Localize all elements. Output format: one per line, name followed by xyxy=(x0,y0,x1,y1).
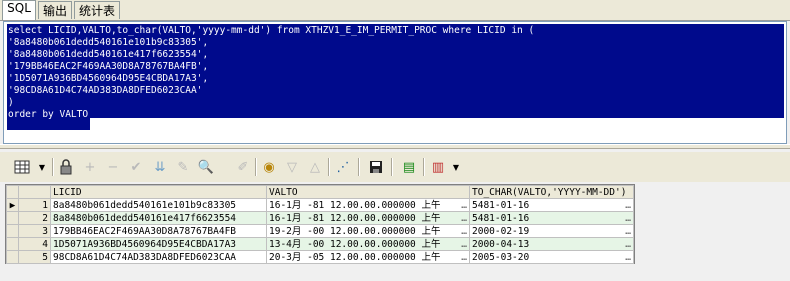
cell-valto[interactable]: 19-2月 -00 12.00.00.000000 上午 … xyxy=(266,224,470,238)
cell-tochar[interactable]: 2005-03-20 … xyxy=(469,250,634,264)
clear-icon[interactable]: 🔍 xyxy=(196,157,216,177)
cell-ellipsis-button[interactable]: … xyxy=(625,239,631,250)
pane-splitter[interactable] xyxy=(0,144,790,149)
cell-tochar-text: 5481-01-16 xyxy=(472,212,530,224)
sql-line-5: '1D5071A936BD4560964D95E4CBDA17A3', xyxy=(8,73,209,84)
next-icon[interactable]: ▽ xyxy=(282,157,302,177)
export-icon[interactable]: ▥ xyxy=(428,157,448,177)
status-area xyxy=(0,264,790,281)
print-icon[interactable]: ▤ xyxy=(399,157,419,177)
cell-tochar[interactable]: 5481-01-16 … xyxy=(469,211,634,225)
cell-licid[interactable]: 179BB46EAC2F469AA30D8A78767BA4FB xyxy=(50,224,267,238)
cell-valto-text: 20-3月 -05 12.00.00.000000 上午 xyxy=(269,251,441,263)
cell-licid[interactable]: 1D5071A936BD4560964D95E4CBDA17A3 xyxy=(50,237,267,251)
filter-icon[interactable]: ⇊ xyxy=(150,157,170,177)
grid-header: LICID VALTO TO_CHAR(VALTO,'YYYY-MM-DD') xyxy=(6,185,634,199)
row-indicator xyxy=(6,224,19,238)
sql-line-8: order by VALTO xyxy=(8,109,89,120)
table-row[interactable]: 5 98CD8A61D4C74AD383DA8DFED6023CAA 20-3月… xyxy=(6,250,634,264)
cell-valto[interactable]: 13-4月 -00 12.00.00.000000 上午 … xyxy=(266,237,470,251)
row-number: 3 xyxy=(18,224,51,238)
cell-valto-text: 16-1月 -81 12.00.00.000000 上午 xyxy=(269,199,441,211)
cell-licid[interactable]: 8a8480b061dedd540161e417f6623554 xyxy=(50,211,267,225)
column-header-tochar[interactable]: TO_CHAR(VALTO,'YYYY-MM-DD') xyxy=(469,185,634,199)
row-number: 4 xyxy=(18,237,51,251)
sql-line-6: '98CD8A61D4C74AD383DA8DFED6023CAA' xyxy=(8,85,203,96)
table-row[interactable]: 3 179BB46EAC2F469AA30D8A78767BA4FB 19-2月… xyxy=(6,224,634,238)
cell-tochar-text: 2005-03-20 xyxy=(472,251,530,263)
rownum-header xyxy=(18,185,51,199)
cell-licid[interactable]: 98CD8A61D4C74AD383DA8DFED6023CAA xyxy=(50,250,267,264)
row-indicator xyxy=(6,211,19,225)
cell-valto[interactable]: 16-1月 -81 12.00.00.000000 上午 … xyxy=(266,198,470,212)
lock-icon[interactable] xyxy=(56,157,76,177)
edit-icon[interactable]: ✎ xyxy=(173,157,193,177)
cell-ellipsis-button[interactable]: … xyxy=(625,252,631,263)
sql-line-7: ) xyxy=(8,97,14,108)
row-number: 1 xyxy=(18,198,51,212)
tab-output[interactable]: 输出 xyxy=(38,1,72,19)
cell-tochar[interactable]: 2000-02-19 … xyxy=(469,224,634,238)
tab-statistics[interactable]: 统计表 xyxy=(74,1,120,19)
cell-ellipsis-button[interactable]: … xyxy=(461,252,467,263)
table-row[interactable]: 2 8a8480b061dedd540161e417f6623554 16-1月… xyxy=(6,211,634,225)
cell-ellipsis-button[interactable]: … xyxy=(625,213,631,224)
chart-icon[interactable]: ⋰ xyxy=(333,157,353,177)
cell-ellipsis-button[interactable]: … xyxy=(461,213,467,224)
cell-ellipsis-button[interactable]: … xyxy=(461,239,467,250)
tab-sql[interactable]: SQL xyxy=(2,0,36,20)
cell-valto-text: 19-2月 -00 12.00.00.000000 上午 xyxy=(269,225,441,237)
row-number: 5 xyxy=(18,250,51,264)
previous-icon[interactable]: △ xyxy=(305,157,325,177)
results-grid[interactable]: LICID VALTO TO_CHAR(VALTO,'YYYY-MM-DD') … xyxy=(5,184,635,264)
sql-line-4: '179BB46EAC2F469AA30D8A78767BA4FB', xyxy=(8,61,209,72)
post-icon[interactable]: ✔ xyxy=(126,157,146,177)
row-indicator xyxy=(6,237,19,251)
cell-tochar[interactable]: 2000-04-13 … xyxy=(469,237,634,251)
cell-tochar-text: 2000-02-19 xyxy=(472,225,530,237)
row-number: 2 xyxy=(18,211,51,225)
cell-ellipsis-button[interactable]: … xyxy=(461,200,467,211)
column-header-valto[interactable]: VALTO xyxy=(266,185,470,199)
sql-editor[interactable]: select LICID,VALTO,to_char(VALTO,'yyyy-m… xyxy=(3,21,787,144)
cell-valto[interactable]: 16-1月 -81 12.00.00.000000 上午 … xyxy=(266,211,470,225)
cell-valto-text: 13-4月 -00 12.00.00.000000 上午 xyxy=(269,238,441,250)
save-icon[interactable] xyxy=(366,157,386,177)
export-dropdown-icon[interactable]: ▼ xyxy=(446,157,466,177)
delete-record-icon[interactable]: − xyxy=(103,157,123,177)
cell-ellipsis-button[interactable]: … xyxy=(461,226,467,237)
column-header-licid[interactable]: LICID xyxy=(50,185,267,199)
row-indicator xyxy=(6,250,19,264)
pencil-icon[interactable]: ✐ xyxy=(233,157,253,177)
cell-ellipsis-button[interactable]: … xyxy=(625,226,631,237)
grid-icon[interactable] xyxy=(12,157,32,177)
table-row[interactable]: ▶ 1 8a8480b061dedd540161e101b9c83305 16-… xyxy=(6,198,634,212)
cell-valto-text: 16-1月 -81 12.00.00.000000 上午 xyxy=(269,212,441,224)
cell-licid[interactable]: 8a8480b061dedd540161e101b9c83305 xyxy=(50,198,267,212)
cell-ellipsis-button[interactable]: … xyxy=(625,200,631,211)
grid-dropdown-icon[interactable]: ▼ xyxy=(32,157,52,177)
current-row-indicator-icon: ▶ xyxy=(6,198,19,212)
cell-valto[interactable]: 20-3月 -05 12.00.00.000000 上午 … xyxy=(266,250,470,264)
add-record-icon[interactable]: + xyxy=(80,157,100,177)
sql-line-1: select LICID,VALTO,to_char(VALTO,'yyyy-m… xyxy=(8,25,535,36)
indicator-header xyxy=(6,185,19,199)
grid-toolbar: ▼ + − ✔ ⇊ ✎ 🔍 ✐ ◉ ▽ △ ⋰ ▤ ▥ ▼ xyxy=(0,152,790,182)
query-icon[interactable]: ◉ xyxy=(259,157,279,177)
cell-tochar[interactable]: 5481-01-16 … xyxy=(469,198,634,212)
cell-tochar-text: 5481-01-16 xyxy=(472,199,530,211)
sql-line-3: '8a8480b061dedd540161e417f6623554', xyxy=(8,49,209,60)
tab-bar: SQL 输出 统计表 xyxy=(0,0,790,21)
cell-tochar-text: 2000-04-13 xyxy=(472,238,530,250)
sql-line-2: '8a8480b061dedd540161e101b9c83305', xyxy=(8,37,209,48)
table-row[interactable]: 4 1D5071A936BD4560964D95E4CBDA17A3 13-4月… xyxy=(6,237,634,251)
